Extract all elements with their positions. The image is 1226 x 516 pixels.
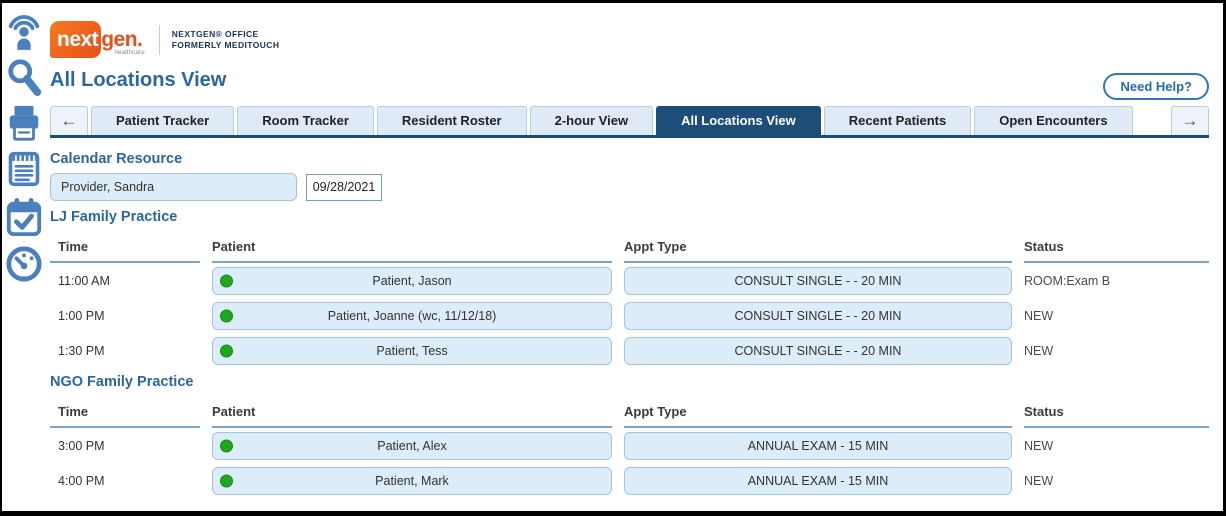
appointment-time: 1:00 PM: [50, 309, 200, 323]
status-dot-icon: [220, 439, 233, 452]
schedule-table: Time Patient Appt Type Status 11:00 AM P…: [50, 231, 1209, 368]
appointment-time: 1:30 PM: [50, 344, 200, 358]
product-name: NEXTGEN® OFFICE FORMERLY MEDITOUCH: [172, 29, 280, 50]
practice-section: LJ Family Practice Time Patient Appt Typ…: [50, 209, 1209, 368]
calendar-resource-heading: Calendar Resource: [50, 151, 182, 167]
appt-type-label: CONSULT SINGLE - - 20 MIN: [735, 309, 902, 323]
appointment-row: 1:00 PM Patient, Joanne (wc, 11/12/18) C…: [50, 298, 1209, 333]
appointment-row: 3:00 PM Patient, Alex ANNUAL EXAM - 15 M…: [50, 428, 1209, 463]
patient-name: Patient, Joanne (wc, 11/12/18): [328, 309, 497, 323]
product-line1: NEXTGEN® OFFICE: [172, 29, 280, 40]
left-icon-rail: [2, 3, 46, 511]
notes-icon[interactable]: [6, 149, 42, 189]
patient-name: Patient, Alex: [377, 439, 447, 453]
column-header-time: Time: [50, 231, 200, 263]
column-header-patient: Patient: [212, 396, 612, 428]
status-dot-icon: [220, 274, 233, 287]
patient-button[interactable]: Patient, Mark: [212, 467, 612, 495]
tab-recent-patients[interactable]: Recent Patients: [824, 106, 972, 135]
tab-open-encounters[interactable]: Open Encounters: [974, 106, 1132, 135]
date-input[interactable]: [306, 174, 382, 201]
search-icon[interactable]: [5, 57, 43, 97]
status-dot-icon: [220, 474, 233, 487]
patient-button[interactable]: Patient, Alex: [212, 432, 612, 460]
brand-row: next gen. healthcare NEXTGEN® OFFICE FOR…: [50, 21, 279, 58]
appt-type-label: ANNUAL EXAM - 15 MIN: [748, 474, 889, 488]
patient-name: Patient, Mark: [375, 474, 449, 488]
appointment-time: 4:00 PM: [50, 474, 200, 488]
appt-type-button[interactable]: ANNUAL EXAM - 15 MIN: [624, 432, 1012, 460]
appointment-time: 3:00 PM: [50, 439, 200, 453]
brand-divider: [159, 25, 160, 55]
column-header-appt-type: Appt Type: [624, 396, 1012, 428]
print-icon[interactable]: [5, 104, 43, 142]
practice-title: NGO Family Practice: [50, 374, 1209, 390]
appointment-time: 11:00 AM: [50, 274, 200, 288]
need-help-button[interactable]: Need Help?: [1103, 73, 1209, 100]
status-dot-icon: [220, 344, 233, 357]
appointment-row: 11:00 AM Patient, Jason CONSULT SINGLE -…: [50, 263, 1209, 298]
table-header-row: Time Patient Appt Type Status: [50, 396, 1209, 428]
tab-2-hour-view[interactable]: 2-hour View: [530, 106, 653, 135]
logo-box: next: [50, 21, 101, 58]
appt-type-label: ANNUAL EXAM - 15 MIN: [748, 439, 889, 453]
calendar-check-icon[interactable]: [5, 196, 43, 238]
app-window: next gen. healthcare NEXTGEN® OFFICE FOR…: [0, 0, 1226, 516]
page-title: All Locations View: [50, 69, 226, 92]
tab-all-locations-view[interactable]: All Locations View: [656, 106, 821, 135]
appointment-status: ROOM:Exam B: [1024, 274, 1209, 288]
tab-resident-roster[interactable]: Resident Roster: [377, 106, 527, 135]
appointment-status: NEW: [1024, 309, 1209, 323]
practice-title: LJ Family Practice: [50, 209, 1209, 225]
patient-name: Patient, Tess: [376, 344, 447, 358]
schedule-sections: LJ Family Practice Time Patient Appt Typ…: [50, 203, 1209, 498]
appointment-status: NEW: [1024, 439, 1209, 453]
tab-bar: ← Patient TrackerRoom TrackerResident Ro…: [50, 105, 1209, 138]
schedule-table: Time Patient Appt Type Status 3:00 PM Pa…: [50, 396, 1209, 498]
logo-subtext: healthcare: [114, 49, 144, 58]
appt-type-button[interactable]: CONSULT SINGLE - - 20 MIN: [624, 337, 1012, 365]
appt-type-label: CONSULT SINGLE - - 20 MIN: [735, 344, 902, 358]
patient-button[interactable]: Patient, Tess: [212, 337, 612, 365]
calendar-resource-controls: Provider, Sandra: [50, 173, 382, 201]
patient-name: Patient, Jason: [372, 274, 451, 288]
appt-type-button[interactable]: CONSULT SINGLE - - 20 MIN: [624, 267, 1012, 295]
column-header-status: Status: [1024, 231, 1209, 263]
appt-type-button[interactable]: CONSULT SINGLE - - 20 MIN: [624, 302, 1012, 330]
voice-assistant-icon[interactable]: [5, 8, 43, 50]
appointment-status: NEW: [1024, 344, 1209, 358]
appt-type-button[interactable]: ANNUAL EXAM - 15 MIN: [624, 467, 1012, 495]
appointment-status: NEW: [1024, 474, 1209, 488]
product-line2: FORMERLY MEDITOUCH: [172, 40, 280, 51]
column-header-appt-type: Appt Type: [624, 231, 1012, 263]
practice-section: NGO Family Practice Time Patient Appt Ty…: [50, 374, 1209, 498]
tab-room-tracker[interactable]: Room Tracker: [237, 106, 374, 135]
tabs-scroll-left-button[interactable]: ←: [50, 106, 88, 135]
main-area: next gen. healthcare NEXTGEN® OFFICE FOR…: [48, 3, 1223, 511]
table-body: 11:00 AM Patient, Jason CONSULT SINGLE -…: [50, 263, 1209, 368]
table-header-row: Time Patient Appt Type Status: [50, 231, 1209, 263]
tab-patient-tracker[interactable]: Patient Tracker: [91, 106, 234, 135]
column-header-patient: Patient: [212, 231, 612, 263]
status-dot-icon: [220, 309, 233, 322]
appt-type-label: CONSULT SINGLE - - 20 MIN: [735, 274, 902, 288]
appointment-row: 4:00 PM Patient, Mark ANNUAL EXAM - 15 M…: [50, 463, 1209, 498]
column-header-status: Status: [1024, 396, 1209, 428]
nextgen-logo: next gen. healthcare: [50, 21, 145, 58]
column-header-time: Time: [50, 396, 200, 428]
tabs-scroll-right-button[interactable]: →: [1171, 106, 1209, 135]
table-body: 3:00 PM Patient, Alex ANNUAL EXAM - 15 M…: [50, 428, 1209, 498]
dashboard-gauge-icon[interactable]: [5, 245, 43, 283]
patient-button[interactable]: Patient, Joanne (wc, 11/12/18): [212, 302, 612, 330]
patient-button[interactable]: Patient, Jason: [212, 267, 612, 295]
appointment-row: 1:30 PM Patient, Tess CONSULT SINGLE - -…: [50, 333, 1209, 368]
provider-select[interactable]: Provider, Sandra: [50, 173, 297, 201]
